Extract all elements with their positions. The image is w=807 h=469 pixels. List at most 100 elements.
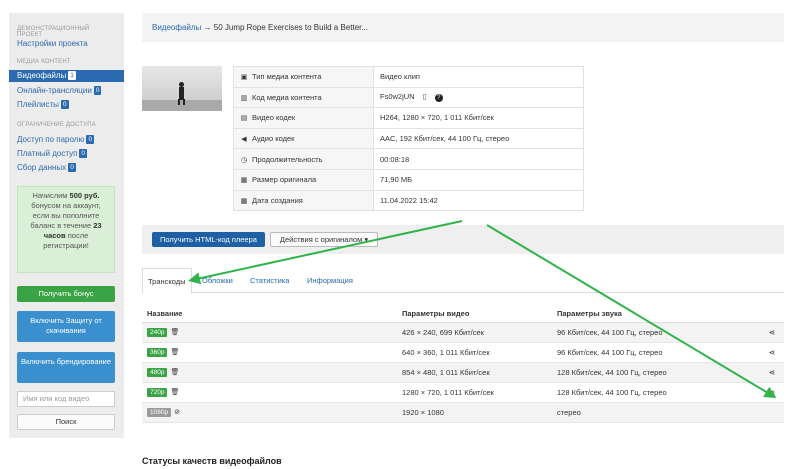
get-bonus-button[interactable]: Получить бонус [17,286,115,302]
share-icon[interactable]: ⋖ [769,328,776,337]
sidebar-section-content: МЕДИА КОНТЕНТ [17,59,71,65]
quality-cell: 720p 🗑 [142,382,397,403]
share-cell: ⋖ [760,342,784,363]
media-info-key-cell: ▣ Тип медиа контента [233,66,374,88]
share-cell: ⋖ [760,362,784,383]
sidebar-item-label: Плейлисты [17,100,59,109]
count-badge: 0 [79,149,88,158]
media-info-key: Дата создания [252,195,303,205]
quality-statuses-heading: Статусы качеств видеофайлов [142,456,282,466]
speaker-icon: ◀ [241,136,247,144]
sidebar-item-label: Платный доступ [17,149,78,158]
media-info-value: Видео клип [380,72,420,82]
media-info-row: ▥ Код медиа контента Fs0w2jUN ▯? [233,86,584,109]
sidebar-section-access: ОГРАНИЧЕНИЕ ДОСТУПА [17,122,96,128]
help-icon[interactable]: ? [434,94,443,103]
media-info-value: AAC, 192 Кбит/сек, 44 100 Гц, стерео [380,134,510,144]
video-thumbnail[interactable] [142,66,222,111]
video-params-cell: 640 × 360, 1 011 Кбит/сек [397,342,552,363]
get-html-code-button[interactable]: Получить HTML-код плеера [152,232,265,247]
media-info-value-cell: 00:08:18 [373,148,584,170]
quality-badge: 240p [147,328,168,337]
sidebar-item-label: Онлайн-трансляции [17,86,92,95]
tab-transcodes[interactable]: Транскоды [142,268,192,294]
copy-icon[interactable]: ▯ [423,92,427,101]
table-header-row: Название Параметры видео Параметры звука [142,305,784,323]
enable-download-protection-button[interactable]: Включить Защиту от скачивания [17,311,115,342]
media-info-value-cell: H264, 1280 × 720, 1 011 Кбит/сек [373,107,584,129]
table-row: 720p 🗑 1280 × 720, 1 011 Кбит/сек 128 Кбит/… [142,382,784,403]
media-info-value-cell: 11.04.2022 15:42 [373,189,584,212]
original-actions-dropdown[interactable]: Действия с оригиналом ▾ [270,232,378,247]
sidebar-item-playlists[interactable]: Плейлисты 0 [9,99,77,111]
media-info-key-cell: ▤ Видео кодек [233,107,374,129]
media-info-key-cell: ◀ Аудио кодек [233,127,374,150]
media-info-value: Fs0w2jUN [380,92,415,102]
sidebar-item-live[interactable]: Онлайн-трансляции 0 [9,85,109,97]
media-info-table: ▣ Тип медиа контента Видео клип ▥ Код медиа … [233,66,584,212]
tab-bar: Транскоды Обложки Статистика Информация [142,268,784,294]
trash-icon[interactable]: 🗑 [170,388,179,396]
tab-covers[interactable]: Обложки [202,268,233,293]
promo-text: Начислим [32,191,70,200]
block-icon[interactable]: ⊘ [174,408,180,416]
column-header-share [760,305,784,323]
promo-amount: 500 руб. [69,191,100,200]
share-icon[interactable]: ⋖ [769,388,776,397]
sidebar-item-videofiles[interactable]: Видеофайлы 1 [9,70,124,82]
media-info-key-cell: ▥ Код медиа контента [233,86,374,109]
enable-branding-button[interactable]: Включить брендирование [17,352,115,383]
video-params-cell: 854 × 480, 1 011 Кбит/сек [397,362,552,383]
clock-icon: ◷ [240,156,248,164]
breadcrumb-videofiles-link[interactable]: Видеофайлы [152,23,201,32]
media-info-key: Продолжительность [252,154,323,164]
breadcrumb-separator: → [201,23,214,32]
media-info-row: ▦ Размер оригинала 71,90 МБ [233,168,584,191]
audio-params-cell: 96 Кбит/сек, 44 100 Гц, стерео [552,322,760,343]
count-badge: 1 [68,71,76,80]
promo-text: бонусом на аккаунт, если вы пополните ба… [30,201,101,230]
video-params-cell: 1920 × 1080 [397,402,552,423]
media-info-value-cell: 71,90 МБ [373,168,584,191]
column-header-name: Название [142,305,397,323]
calendar-icon: ▦ [240,197,248,205]
tab-information[interactable]: Информация [307,268,353,293]
media-info-value: H264, 1280 × 720, 1 011 Кбит/сек [380,113,494,123]
search-button[interactable]: Поиск [17,414,115,430]
tab-statistics[interactable]: Статистика [250,268,289,293]
media-info-row: ◀ Аудио кодек AAC, 192 Кбит/сек, 44 100 Гц… [233,127,584,150]
share-icon[interactable]: ⋖ [769,348,776,357]
sidebar-item-password-access[interactable]: Доступ по паролю 0 [9,134,102,146]
sidebar: ДЕМОНСТРАЦИОННЫЙ ПРОЕКТ Настройки проект… [9,13,124,438]
count-badge: 0 [60,100,69,109]
sidebar-item-project-settings[interactable]: Настройки проекта [9,38,96,50]
audio-params-cell: 128 Кбит/сек, 44 100 Гц, стерео [552,362,760,383]
media-info-key: Тип медиа контента [252,72,322,82]
sidebar-item-paid-access[interactable]: Платный доступ 0 [9,148,95,160]
table-row: 1080p ⊘ 1920 × 1080 стерео [142,402,784,423]
share-cell [760,402,784,423]
media-info-key: Видео кодек [252,113,296,123]
media-info-value-cell: Видео клип [373,66,584,88]
file-icon: ▣ [240,74,248,82]
media-info-value-cell: AAC, 192 Кбит/сек, 44 100 Гц, стерео [373,127,584,150]
sidebar-item-data-collect[interactable]: Сбор данных 0 [9,162,84,174]
media-info-value-cell: Fs0w2jUN ▯? [373,86,584,109]
trash-icon[interactable]: 🗑 [170,368,179,376]
video-search-input[interactable]: Имя или код видео [17,391,115,407]
disk-icon: ▦ [240,177,248,185]
trash-icon[interactable]: 🗑 [170,348,179,356]
media-info-value: 00:08:18 [380,154,410,164]
breadcrumb-current: 50 Jump Rope Exercises to Build a Better… [213,23,369,32]
audio-params-cell: стерео [552,402,760,423]
media-info-key: Аудио кодек [252,134,295,144]
trash-icon[interactable]: 🗑 [170,328,179,336]
quality-cell: 360p 🗑 [142,342,397,363]
share-icon[interactable]: ⋖ [769,368,776,377]
media-info-value: 71,90 МБ [380,175,413,185]
quality-badge: 360p [147,348,168,357]
column-header-video: Параметры видео [397,305,552,323]
media-info-value: 11.04.2022 15:42 [380,195,438,205]
quality-badge: 1080p [147,408,172,417]
quality-cell: 240p 🗑 [142,322,397,343]
